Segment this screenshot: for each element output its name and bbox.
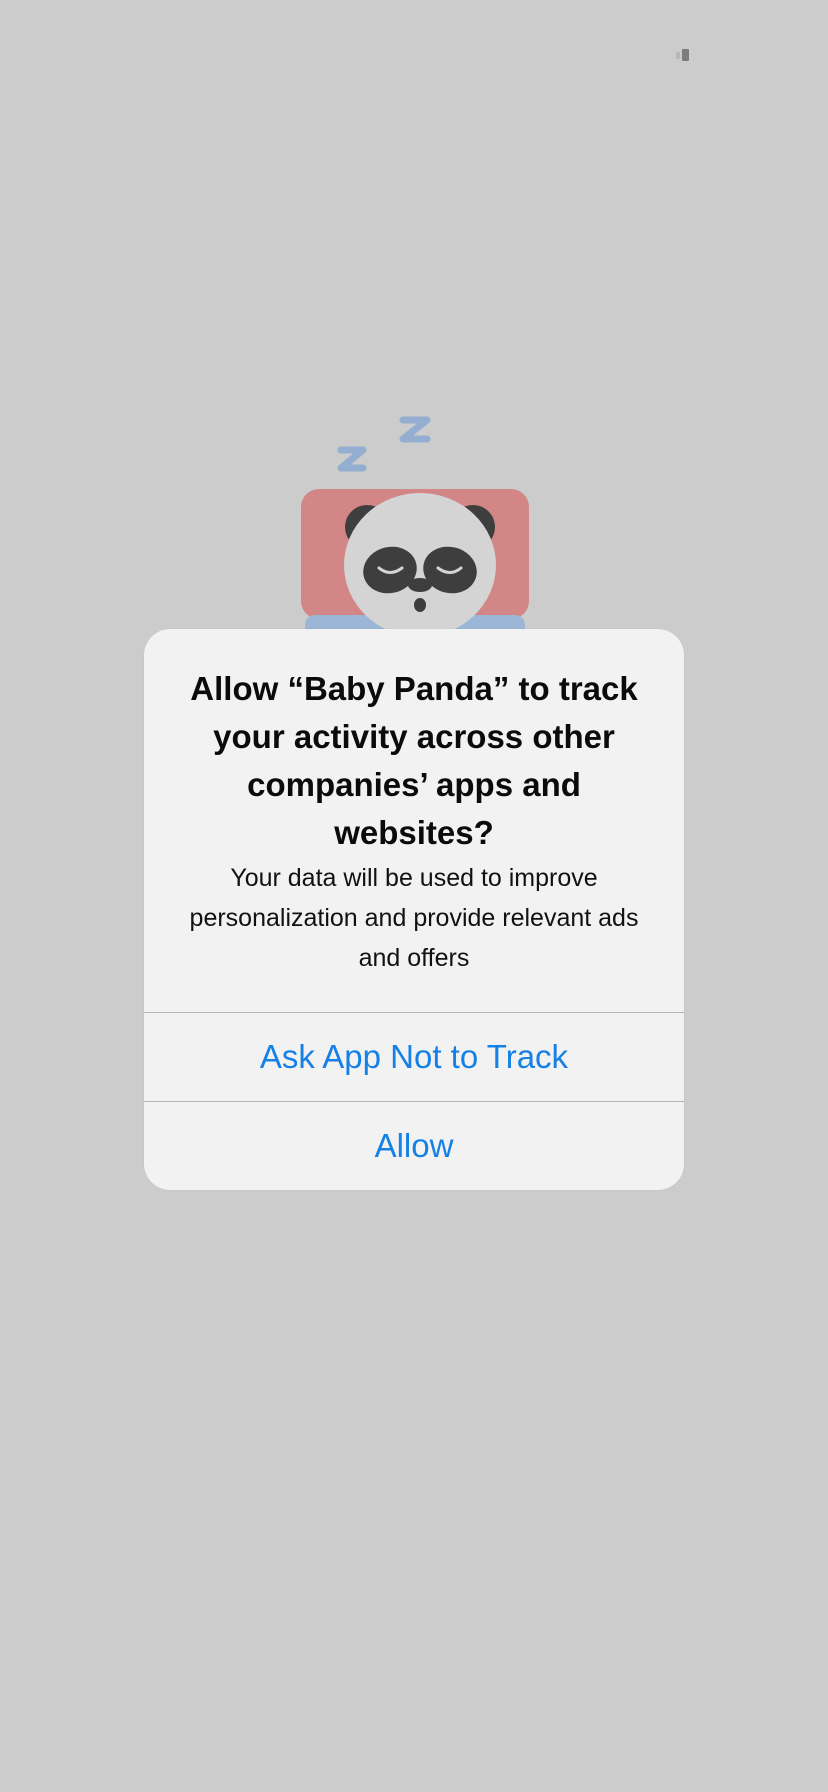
allow-button[interactable]: Allow bbox=[144, 1102, 684, 1190]
tracking-permission-alert: Allow “Baby Panda” to track your activit… bbox=[144, 629, 684, 1190]
app-screen-dimmed: Allow “Baby Panda” to track your activit… bbox=[0, 0, 828, 1792]
alert-content: Allow “Baby Panda” to track your activit… bbox=[144, 629, 684, 1012]
panda-mouth bbox=[414, 598, 426, 612]
sleep-z-icon bbox=[337, 416, 431, 472]
signal-bar-small bbox=[676, 52, 680, 59]
signal-bar-large bbox=[682, 49, 689, 61]
alert-title: Allow “Baby Panda” to track your activit… bbox=[190, 670, 638, 851]
alert-message: Your data will be used to improve person… bbox=[189, 864, 639, 972]
sleeping-panda-icon bbox=[301, 416, 529, 635]
signal-indicator-icon bbox=[676, 49, 690, 61]
panda-nose bbox=[408, 578, 432, 592]
ask-app-not-to-track-button[interactable]: Ask App Not to Track bbox=[144, 1013, 684, 1101]
